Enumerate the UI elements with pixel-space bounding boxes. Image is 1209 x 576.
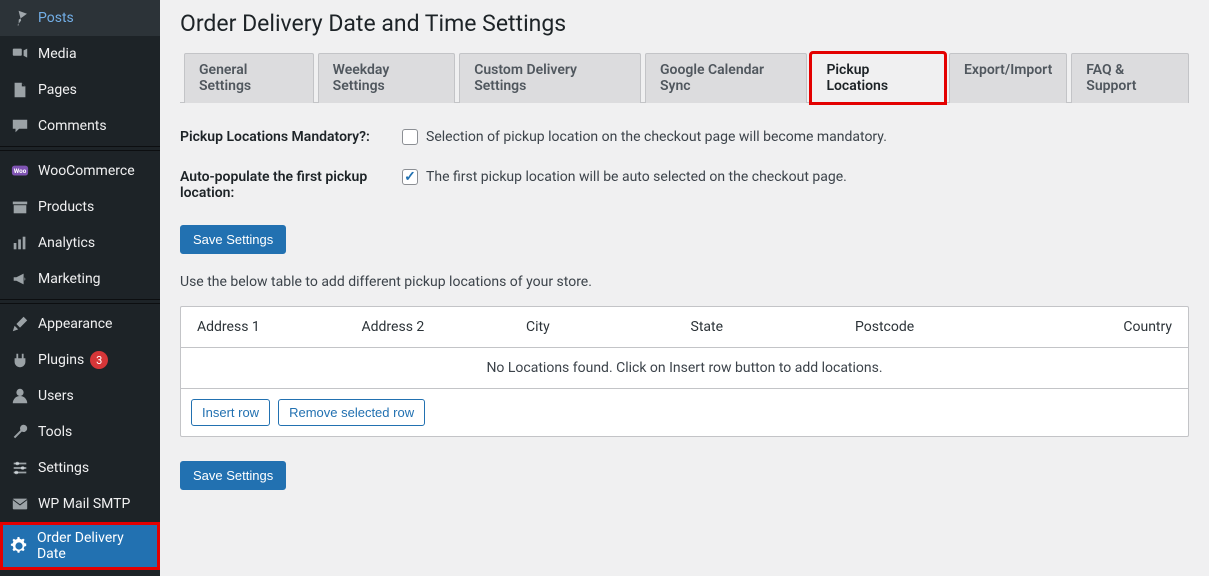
- sidebar-item-comments[interactable]: Comments: [0, 108, 160, 144]
- tab-export-import[interactable]: Export/Import: [949, 53, 1067, 103]
- sidebar-item-label: Media: [38, 46, 77, 62]
- sidebar-item-label: Users: [38, 388, 74, 404]
- col-postcode: Postcode: [849, 319, 1014, 335]
- media-icon: [10, 44, 30, 64]
- sidebar-item-tools[interactable]: Tools: [0, 414, 160, 450]
- archive-icon: [10, 197, 30, 217]
- sidebar-item-label: Posts: [38, 10, 74, 26]
- pickup-locations-table: Address 1 Address 2 City State Postcode …: [180, 306, 1189, 437]
- sidebar-item-wpmailsmtp[interactable]: WP Mail SMTP: [0, 486, 160, 522]
- tab-general-settings[interactable]: General Settings: [184, 53, 314, 103]
- sidebar-item-woocommerce[interactable]: Woo WooCommerce: [0, 153, 160, 189]
- col-state: State: [685, 319, 850, 335]
- comment-icon: [10, 116, 30, 136]
- sidebar-item-label: Analytics: [38, 235, 95, 251]
- tab-google-calendar-sync[interactable]: Google Calendar Sync: [645, 53, 807, 103]
- page-title: Order Delivery Date and Time Settings: [180, 10, 1189, 37]
- svg-text:Woo: Woo: [14, 167, 27, 175]
- label-pickup-mandatory: Pickup Locations Mandatory?:: [180, 129, 402, 145]
- main-content: Order Delivery Date and Time Settings Ge…: [160, 0, 1209, 576]
- chart-icon: [10, 233, 30, 253]
- sidebar-item-label: Products: [38, 199, 94, 215]
- sidebar-item-label: Plugins: [38, 352, 84, 368]
- plugin-icon: [10, 350, 30, 370]
- update-badge: 3: [90, 351, 108, 369]
- sidebar-separator: [0, 146, 160, 151]
- tab-faq-support[interactable]: FAQ & Support: [1071, 53, 1189, 103]
- table-helper-text: Use the below table to add different pic…: [180, 274, 1189, 290]
- col-address-1: Address 1: [191, 319, 356, 335]
- sidebar-item-posts[interactable]: Posts: [0, 0, 160, 36]
- save-settings-button-top[interactable]: Save Settings: [180, 225, 286, 254]
- col-country: Country: [1014, 319, 1179, 335]
- page-icon: [10, 80, 30, 100]
- col-address-2: Address 2: [356, 319, 521, 335]
- desc-pickup-mandatory: Selection of pickup location on the chec…: [426, 129, 887, 145]
- sidebar-item-label: Pages: [38, 82, 77, 98]
- sidebar-item-products[interactable]: Products: [0, 189, 160, 225]
- megaphone-icon: [10, 269, 30, 289]
- sidebar-item-plugins[interactable]: Plugins 3: [0, 342, 160, 378]
- sidebar-item-label: WP Mail SMTP: [38, 496, 130, 512]
- checkbox-autopopulate[interactable]: [402, 169, 418, 185]
- sidebar-item-settings[interactable]: Settings: [0, 450, 160, 486]
- row-pickup-mandatory: Pickup Locations Mandatory?: Selection o…: [180, 129, 1189, 145]
- wrench-icon: [10, 422, 30, 442]
- desc-autopopulate: The first pickup location will be auto s…: [426, 169, 847, 185]
- tabs-nav: General Settings Weekday Settings Custom…: [180, 53, 1189, 103]
- table-header: Address 1 Address 2 City State Postcode …: [181, 307, 1188, 348]
- tab-weekday-settings[interactable]: Weekday Settings: [318, 53, 456, 103]
- sidebar-item-media[interactable]: Media: [0, 36, 160, 72]
- checkbox-pickup-mandatory[interactable]: [402, 129, 418, 145]
- tab-pickup-locations[interactable]: Pickup Locations: [811, 53, 945, 103]
- table-footer: Insert row Remove selected row: [181, 389, 1188, 436]
- row-autopopulate: Auto-populate the first pickup location:…: [180, 169, 1189, 201]
- sidebar-item-label: Settings: [38, 460, 89, 476]
- brush-icon: [10, 314, 30, 334]
- gear-icon: [10, 536, 29, 556]
- user-icon: [10, 386, 30, 406]
- sidebar-item-users[interactable]: Users: [0, 378, 160, 414]
- mail-icon: [10, 494, 30, 514]
- pin-icon: [10, 8, 30, 28]
- save-settings-button-bottom[interactable]: Save Settings: [180, 461, 286, 490]
- sidebar-item-order-delivery-date[interactable]: Order Delivery Date: [0, 522, 160, 570]
- sidebar-item-marketing[interactable]: Marketing: [0, 261, 160, 297]
- sidebar-item-label: WooCommerce: [38, 163, 135, 179]
- remove-selected-row-button[interactable]: Remove selected row: [278, 399, 425, 426]
- label-autopopulate: Auto-populate the first pickup location:: [180, 169, 402, 201]
- sidebar-item-label: Comments: [38, 118, 107, 134]
- sidebar-item-label: Marketing: [38, 271, 101, 287]
- sidebar-item-pages[interactable]: Pages: [0, 72, 160, 108]
- sidebar-item-analytics[interactable]: Analytics: [0, 225, 160, 261]
- col-city: City: [520, 319, 685, 335]
- sidebar-item-label: Tools: [38, 424, 72, 440]
- woo-icon: Woo: [10, 161, 30, 181]
- admin-sidebar: Posts Media Pages Comments Woo WooCommer…: [0, 0, 160, 576]
- table-empty-state: No Locations found. Click on Insert row …: [181, 348, 1188, 389]
- sidebar-separator: [0, 299, 160, 304]
- settings-form: Pickup Locations Mandatory?: Selection o…: [180, 129, 1189, 490]
- tab-custom-delivery-settings[interactable]: Custom Delivery Settings: [459, 53, 641, 103]
- insert-row-button[interactable]: Insert row: [191, 399, 270, 426]
- sidebar-item-appearance[interactable]: Appearance: [0, 306, 160, 342]
- sliders-icon: [10, 458, 30, 478]
- sidebar-item-label: Order Delivery Date: [37, 530, 150, 562]
- sidebar-item-label: Appearance: [38, 316, 112, 332]
